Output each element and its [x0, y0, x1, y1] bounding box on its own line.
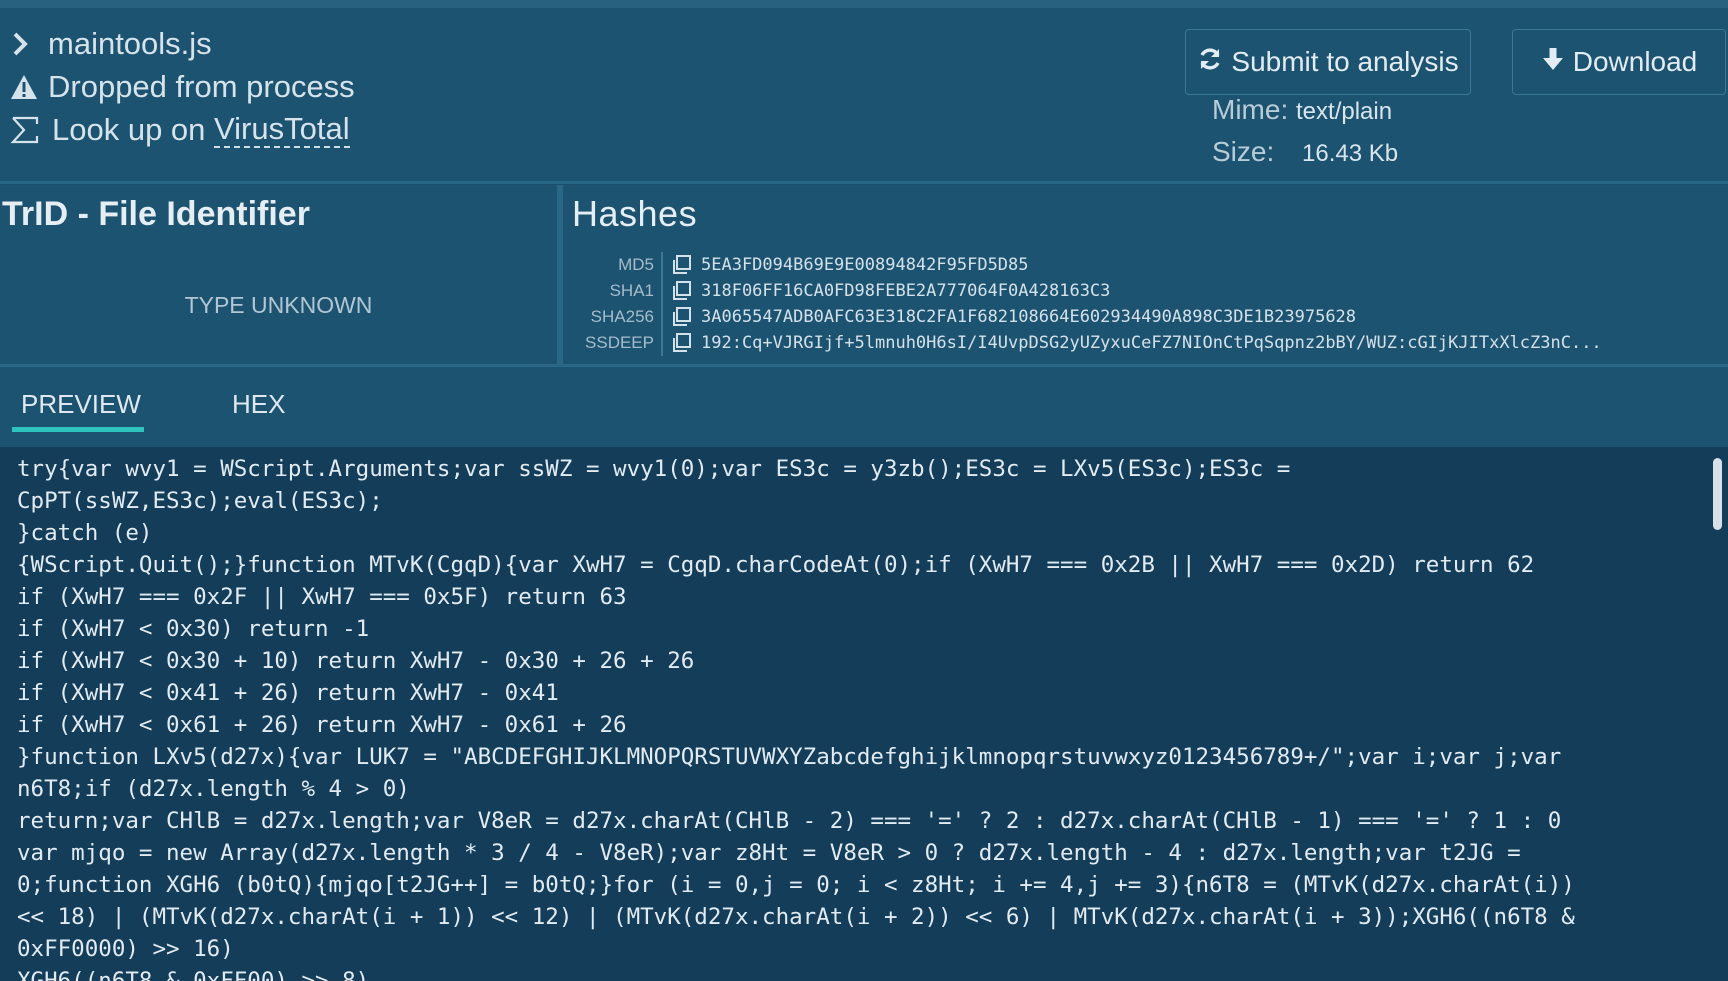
code-line: {WScript.Quit();}function MTvK(CgqD){var… [17, 552, 1535, 578]
tab-preview[interactable]: PREVIEW [21, 389, 141, 420]
copy-icon[interactable] [671, 332, 701, 354]
download-button[interactable]: Download [1512, 29, 1726, 95]
hash-row: SSDEEP 192:Cq+VJRGIjf+5lmnuh0H6sI/I4UvpDS… [563, 330, 1602, 356]
origin-row: Dropped from process [10, 69, 355, 105]
virustotal-row: Look up on VirusTotal [10, 111, 350, 149]
hash-value: 5EA3FD094B69E9E00894842F95FD5D85 [701, 255, 1029, 275]
refresh-icon [1197, 46, 1223, 79]
virustotal-link[interactable]: VirusTotal [214, 111, 350, 149]
sigma-icon [10, 115, 48, 145]
view-tabs: PREVIEW HEX [0, 367, 1728, 447]
hash-label: SHA1 [609, 281, 654, 300]
code-line: }function LXv5(d27x){var LUK7 = "ABCDEFG… [17, 744, 1562, 770]
code-line: << 18) | (MTvK(d27x.charAt(i + 1)) << 12… [17, 904, 1575, 930]
chevron-right-icon [10, 31, 48, 57]
code-line: if (XwH7 < 0x30 + 10) return XwH7 - 0x30… [17, 648, 695, 674]
code-line: if (XwH7 < 0x41 + 26) return XwH7 - 0x41 [17, 680, 559, 706]
submit-label: Submit to analysis [1231, 46, 1459, 77]
submit-analysis-button[interactable]: Submit to analysis [1185, 29, 1471, 95]
trid-type: TYPE UNKNOWN [184, 292, 373, 318]
warning-icon [10, 74, 48, 100]
hash-value: 192:Cq+VJRGIjf+5lmnuh0H6sI/I4UvpDSG2yUZy… [701, 333, 1602, 353]
lookup-prefix: Look up on [52, 112, 206, 148]
code-line: try{var wvy1 = WScript.Arguments;var ssW… [17, 456, 1291, 482]
download-label: Download [1572, 46, 1698, 77]
code-preview[interactable]: try{var wvy1 = WScript.Arguments;var ssW… [0, 447, 1728, 981]
size-value: 16.43 Kb [1302, 140, 1399, 167]
code-line: if (XwH7 < 0x61 + 26) return XwH7 - 0x61… [17, 712, 627, 738]
hash-value: 3A065547ADB0AFC63E318C2FA1F682108664E602… [701, 307, 1357, 327]
code-line: 0xFF0000) >> 16) [17, 936, 234, 962]
hash-separator [661, 252, 663, 278]
copy-icon[interactable] [671, 254, 701, 276]
trid-panel: TrID - File Identifier TYPE UNKNOWN [0, 185, 557, 364]
hash-separator [661, 304, 663, 330]
hash-row: MD5 5EA3FD094B69E9E00894842F95FD5D85 [563, 252, 1029, 278]
file-header: maintools.js Dropped from process Look u… [0, 8, 1728, 181]
copy-icon[interactable] [671, 280, 701, 302]
code-line: }catch (e) [17, 520, 153, 546]
hash-row: SHA256 3A065547ADB0AFC63E318C2FA1F6821086… [563, 304, 1356, 330]
code-line: if (XwH7 === 0x2F || XwH7 === 0x5F) retu… [17, 584, 627, 610]
code-line: XGH6((n6T8 & 0xFF00) >> 8) [17, 968, 370, 981]
divider [0, 181, 1728, 184]
copy-icon[interactable] [671, 306, 701, 328]
code-line: return;var CHlB = d27x.length;var V8eR =… [17, 808, 1562, 834]
mime-label: Mime: [1212, 94, 1289, 125]
scrollbar-thumb[interactable] [1713, 458, 1722, 530]
hash-label: MD5 [618, 255, 654, 274]
mime-info: Mime: text/plain [1212, 94, 1392, 126]
code-line: if (XwH7 < 0x30) return -1 [17, 616, 370, 642]
filename: maintools.js [48, 26, 212, 61]
mime-value: text/plain [1296, 98, 1393, 125]
hash-value: 318F06FF16CA0FD98FEBE2A777064F0A428163C3 [701, 281, 1111, 301]
code-line: CpPT(ssWZ,ES3c);eval(ES3c); [17, 488, 383, 514]
code-line: n6T8;if (d27x.length % 4 > 0) [17, 776, 410, 802]
trid-title: TrID - File Identifier [2, 195, 310, 233]
hashes-panel: Hashes MD5 5EA3FD094B69E9E00894842F95FD5D… [563, 185, 1728, 364]
hashes-title: Hashes [572, 193, 698, 234]
arrow-down-icon [1541, 46, 1565, 79]
origin-text: Dropped from process [48, 69, 355, 104]
hash-row: SHA1 318F06FF16CA0FD98FEBE2A777064F0A4281… [563, 278, 1110, 304]
hash-label: SSDEEP [585, 333, 654, 352]
top-border [0, 0, 1728, 8]
size-info: Size: 16.43 Kb [1212, 136, 1398, 168]
hash-separator [661, 330, 663, 356]
filename-row[interactable]: maintools.js [10, 26, 212, 62]
code-line: 0;function XGH6 (b0tQ){mjqo[t2JG++] = b0… [17, 872, 1575, 898]
hash-label: SHA256 [590, 307, 654, 326]
tab-hex[interactable]: HEX [232, 389, 285, 420]
hash-separator [661, 278, 663, 304]
size-label: Size: [1212, 136, 1275, 167]
code-line: var mjqo = new Array(d27x.length * 3 / 4… [17, 840, 1521, 866]
active-tab-indicator [12, 427, 144, 432]
